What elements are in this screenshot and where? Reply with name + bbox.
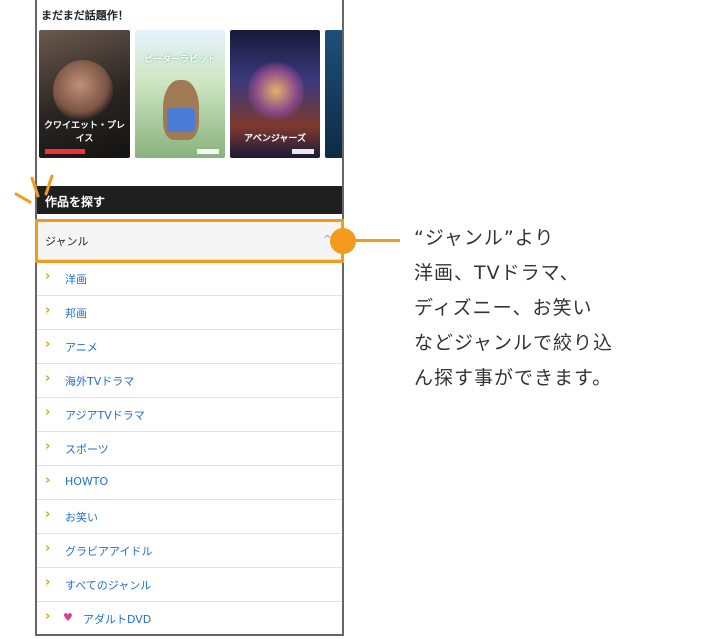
poster-avengers[interactable]: アベンジャーズ — [230, 30, 320, 158]
recommend-title: まだまだ話題作！ — [41, 9, 129, 22]
genre-highlight-box — [35, 219, 344, 263]
genre-item-label: お笑い — [65, 511, 98, 524]
annotation-line: “ジャンル”より — [414, 227, 555, 249]
genre-item[interactable]: › 邦画 — [37, 295, 342, 330]
genre-item[interactable]: › 海外TVドラマ — [37, 363, 342, 398]
chevron-right-icon: › — [45, 609, 51, 624]
genre-item-label: 洋画 — [65, 273, 87, 286]
poster-badge — [45, 149, 85, 154]
poster-badge — [292, 149, 314, 154]
heart-icon: ♥ — [63, 611, 73, 624]
chevron-right-icon: › — [45, 269, 51, 284]
poster-avengers-art — [248, 60, 304, 122]
annotation-line: ディズニー、お笑い — [414, 297, 593, 319]
genre-item[interactable]: › アニメ — [37, 329, 342, 364]
genre-item-label: アジアTVドラマ — [65, 409, 145, 422]
genre-item[interactable]: › ♥ アダルトDVD — [37, 601, 342, 634]
poster-title: クワイエット・プレイス — [44, 121, 125, 144]
poster-rabbit-coat — [167, 108, 195, 132]
genre-item-label: アニメ — [65, 341, 98, 354]
poster-badge — [197, 149, 219, 154]
genre-item[interactable]: › アジアTVドラマ — [37, 397, 342, 432]
poster-quiet-place[interactable]: クワイエット・プレイス — [39, 30, 130, 158]
annotation-text: “ジャンル”より 洋画、TVドラマ、 ディズニー、お笑い などジャンルで絞り込 … — [414, 221, 704, 396]
chevron-right-icon: › — [45, 575, 51, 590]
poster-peter-rabbit[interactable]: ピーターラビット — [135, 30, 225, 158]
callout-connector — [352, 239, 400, 242]
genre-item-label: スポーツ — [65, 443, 109, 456]
poster-title: ピーターラビット — [143, 55, 216, 65]
genre-item-label: HOWTO — [65, 475, 109, 488]
chevron-right-icon: › — [45, 473, 51, 488]
genre-item-label: 邦画 — [65, 307, 87, 320]
genre-item-label: グラビアアイドル — [65, 545, 153, 558]
chevron-right-icon: › — [45, 507, 51, 522]
chevron-right-icon: › — [45, 439, 51, 454]
chevron-right-icon: › — [45, 541, 51, 556]
genre-item-label: アダルトDVD — [83, 613, 152, 626]
chevron-right-icon: › — [45, 371, 51, 386]
poster-title: アベンジャーズ — [244, 134, 306, 144]
poster-partial[interactable] — [325, 30, 342, 158]
genre-item[interactable]: › 洋画 — [37, 261, 342, 296]
genre-item-label: すべてのジャンル — [65, 579, 152, 592]
annotation-line: 洋画、TVドラマ、 — [414, 262, 580, 284]
genre-item-label: 海外TVドラマ — [65, 375, 135, 388]
chevron-right-icon: › — [45, 303, 51, 318]
annotation-line: などジャンルで絞り込 — [414, 332, 614, 354]
genre-item[interactable]: › お笑い — [37, 499, 342, 534]
genre-item[interactable]: › グラビアアイドル — [37, 533, 342, 568]
chevron-right-icon: › — [45, 337, 51, 352]
sparkle-icon — [14, 174, 54, 204]
genre-item[interactable]: › すべてのジャンル — [37, 567, 342, 602]
phone-screen: まだまだ話題作！ クワイエット・プレイス ピーターラビット アベンジャーズ 作品… — [35, 0, 344, 636]
genre-item[interactable]: › HOWTO — [37, 465, 342, 500]
genre-item[interactable]: › スポーツ — [37, 431, 342, 466]
poster-face-art — [53, 60, 113, 122]
annotation-line: ん探す事ができます。 — [414, 367, 613, 389]
search-header: 作品を探す — [37, 186, 342, 214]
chevron-right-icon: › — [45, 405, 51, 420]
